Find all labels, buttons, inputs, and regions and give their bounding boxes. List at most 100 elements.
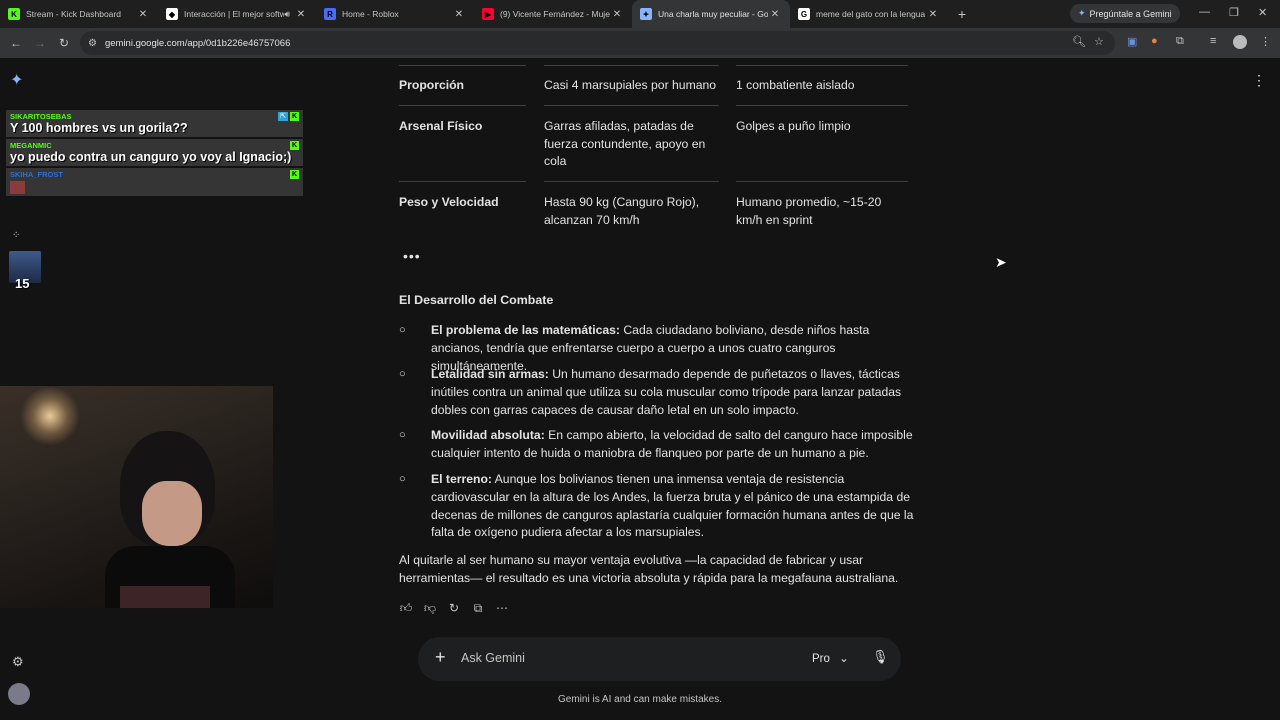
grid-icon[interactable]: ⁘ — [12, 230, 20, 241]
tab-close-icon[interactable]: ✕ — [926, 9, 940, 20]
table-divider — [736, 105, 908, 106]
reload-button[interactable]: ↻ — [52, 31, 76, 55]
tab-title: Home - Roblox — [342, 9, 399, 19]
chat-username: MEGANMIC — [10, 141, 52, 150]
chat-username: SKIHA_FROST — [10, 170, 63, 179]
bullet-heading: Letalidad sin armas: — [431, 367, 549, 381]
row-label: Peso y Velocidad — [399, 195, 499, 209]
minimize-button[interactable]: — — [1199, 6, 1210, 18]
gemini-sparkle-icon: ✦ — [1078, 8, 1086, 18]
mouse-cursor-icon: ➤ — [995, 254, 1007, 270]
bullet-icon: ○ — [399, 429, 406, 441]
tab-audio-icon[interactable]: 🔊︎ — [284, 9, 290, 20]
extension-2-icon[interactable]: ● — [1151, 35, 1158, 47]
table-divider — [544, 181, 719, 182]
table-divider — [399, 105, 526, 106]
table-divider — [544, 105, 719, 106]
table-divider — [736, 181, 908, 182]
add-attachment-icon[interactable]: + — [435, 647, 446, 668]
thumbs-down-icon[interactable]: 👎︎ — [422, 601, 438, 616]
tab-title: Stream - Kick Dashboard — [26, 9, 121, 19]
browser-tab[interactable]: R Home - Roblox ✕ — [316, 0, 474, 28]
bullet-icon: ○ — [399, 473, 406, 485]
shirt-print — [120, 586, 210, 608]
thumbs-up-icon[interactable]: 👍︎ — [398, 601, 414, 616]
tab-close-icon[interactable]: ✕ — [610, 9, 624, 20]
table-divider — [736, 65, 908, 66]
site-info-icon[interactable]: ⚙ — [88, 38, 97, 49]
browser-tab[interactable]: Gmeme del gato con la lengua a ✕ — [790, 0, 948, 28]
browser-tab[interactable]: K Stream - Kick Dashboard ✕ — [0, 0, 158, 28]
gemini-logo-icon[interactable]: ✦ — [10, 70, 23, 90]
forward-button[interactable]: → — [28, 31, 52, 55]
response-actions: 👍︎ 👎︎ ↻ ⧉ ⋯ — [398, 601, 510, 616]
browser-tab[interactable]: ▶ (9) Vicente Fernández - Mujere ✕ — [474, 0, 632, 28]
more-options-icon[interactable]: ⋮ — [1252, 72, 1266, 89]
model-label: Pro — [812, 653, 830, 665]
bullet-heading: Movilidad absoluta: — [431, 428, 545, 442]
regenerate-icon[interactable]: ↻ — [446, 601, 462, 616]
media-controls-icon[interactable]: ≡ — [1210, 35, 1216, 47]
settings-gear-icon[interactable]: ⚙ — [12, 654, 24, 670]
maximize-button[interactable]: ❐ — [1229, 6, 1239, 19]
disclaimer-text: Gemini is AI and can make mistakes. — [558, 694, 722, 705]
tab-favicon-icon: ✦ — [640, 8, 652, 20]
new-tab-button[interactable]: + — [948, 0, 976, 28]
table-cell: Golpes a puño limpio — [736, 119, 851, 133]
browser-tab[interactable]: ◆ Interacción | El mejor softw 🔊︎ ✕ — [158, 0, 316, 28]
chat-text: Y 100 hombres vs un gorila?? — [10, 121, 188, 135]
bullet-text: Aunque los bolivianos tienen una inmensa… — [431, 472, 914, 540]
gemini-main: ✦ ⋮ Proporción Casi 4 marsupiales por hu… — [0, 58, 1280, 720]
tab-close-icon[interactable]: ✕ — [768, 9, 782, 20]
extensions-puzzle-icon[interactable]: ⧉ — [1176, 35, 1184, 48]
bullet-icon: ○ — [399, 324, 406, 336]
browser-toolbar: ← → ↻ ⚙ gemini.google.com/app/0d1b226e46… — [0, 28, 1280, 58]
more-actions-icon[interactable]: ⋯ — [494, 601, 510, 616]
browser-menu-icon[interactable]: ⋮ — [1260, 35, 1271, 48]
zoom-icon[interactable]: 🔍︎ — [1072, 35, 1086, 48]
account-avatar[interactable] — [8, 683, 30, 705]
ask-gemini-label: Pregúntale a Gemini — [1089, 8, 1172, 19]
bullet-icon: ○ — [399, 368, 406, 380]
chat-message: SIKARITOSEBAS Y 100 hombres vs un gorila… — [6, 110, 303, 137]
extension-1-icon[interactable]: ▣ — [1127, 35, 1137, 48]
prompt-box[interactable]: + Ask Gemini Pro ⌄ 🎙︎ — [418, 637, 901, 681]
profile-avatar-icon[interactable] — [1233, 35, 1247, 49]
tab-favicon-icon: ▶ — [482, 8, 494, 20]
model-selector[interactable]: Pro ⌄ — [812, 651, 849, 665]
back-button[interactable]: ← — [4, 31, 28, 55]
table-cell: 1 combatiente aislado — [736, 78, 855, 92]
tab-title: Interacción | El mejor softw — [184, 9, 285, 19]
bullet-heading: El terreno: — [431, 472, 492, 486]
tab-title: (9) Vicente Fernández - Mujere — [500, 9, 610, 19]
browser-tab[interactable]: ✦ Una charla muy peculiar - Goog ✕ — [632, 0, 790, 28]
microphone-icon[interactable]: 🎙︎ — [872, 649, 889, 665]
table-cell: Casi 4 marsupiales por humano — [544, 78, 717, 92]
chat-action-icon[interactable]: ⇱ — [278, 112, 288, 121]
table-cell: Humano promedio, ~15-20 km/h en sprint — [736, 195, 882, 227]
tab-favicon-icon: ◆ — [166, 8, 178, 20]
bullet-heading: El problema de las matemáticas: — [431, 323, 620, 337]
ask-gemini-browser-button[interactable]: ✦ Pregúntale a Gemini — [1070, 4, 1180, 23]
tab-favicon-icon: K — [8, 8, 20, 20]
prompt-input[interactable]: Ask Gemini — [461, 651, 525, 665]
table-divider — [399, 181, 526, 182]
table-more-button[interactable]: ••• — [403, 248, 421, 264]
table-divider — [544, 65, 719, 66]
address-bar[interactable]: ⚙ gemini.google.com/app/0d1b226e46757066 — [80, 31, 1115, 55]
tab-close-icon[interactable]: ✕ — [294, 9, 308, 20]
webcam-feed — [0, 386, 273, 608]
chat-text: yo puedo contra un canguro yo voy al Ign… — [10, 150, 292, 164]
chat-emote-icon — [10, 181, 25, 194]
row-label: Arsenal Físico — [399, 119, 483, 133]
tab-close-icon[interactable]: ✕ — [452, 9, 466, 20]
tab-close-icon[interactable]: ✕ — [136, 9, 150, 20]
close-window-button[interactable]: ✕ — [1258, 6, 1267, 19]
viewer-count: 15 — [15, 276, 30, 291]
bookmark-star-icon[interactable]: ☆ — [1094, 35, 1104, 48]
response-conclusion: Al quitarle al ser humano su mayor venta… — [399, 553, 899, 585]
kick-badge-icon: K — [290, 141, 299, 150]
chat-message: MEGANMIC yo puedo contra un canguro yo v… — [6, 139, 303, 166]
copy-icon[interactable]: ⧉ — [470, 601, 486, 616]
stream-chat-overlay: SIKARITOSEBAS Y 100 hombres vs un gorila… — [6, 110, 303, 198]
